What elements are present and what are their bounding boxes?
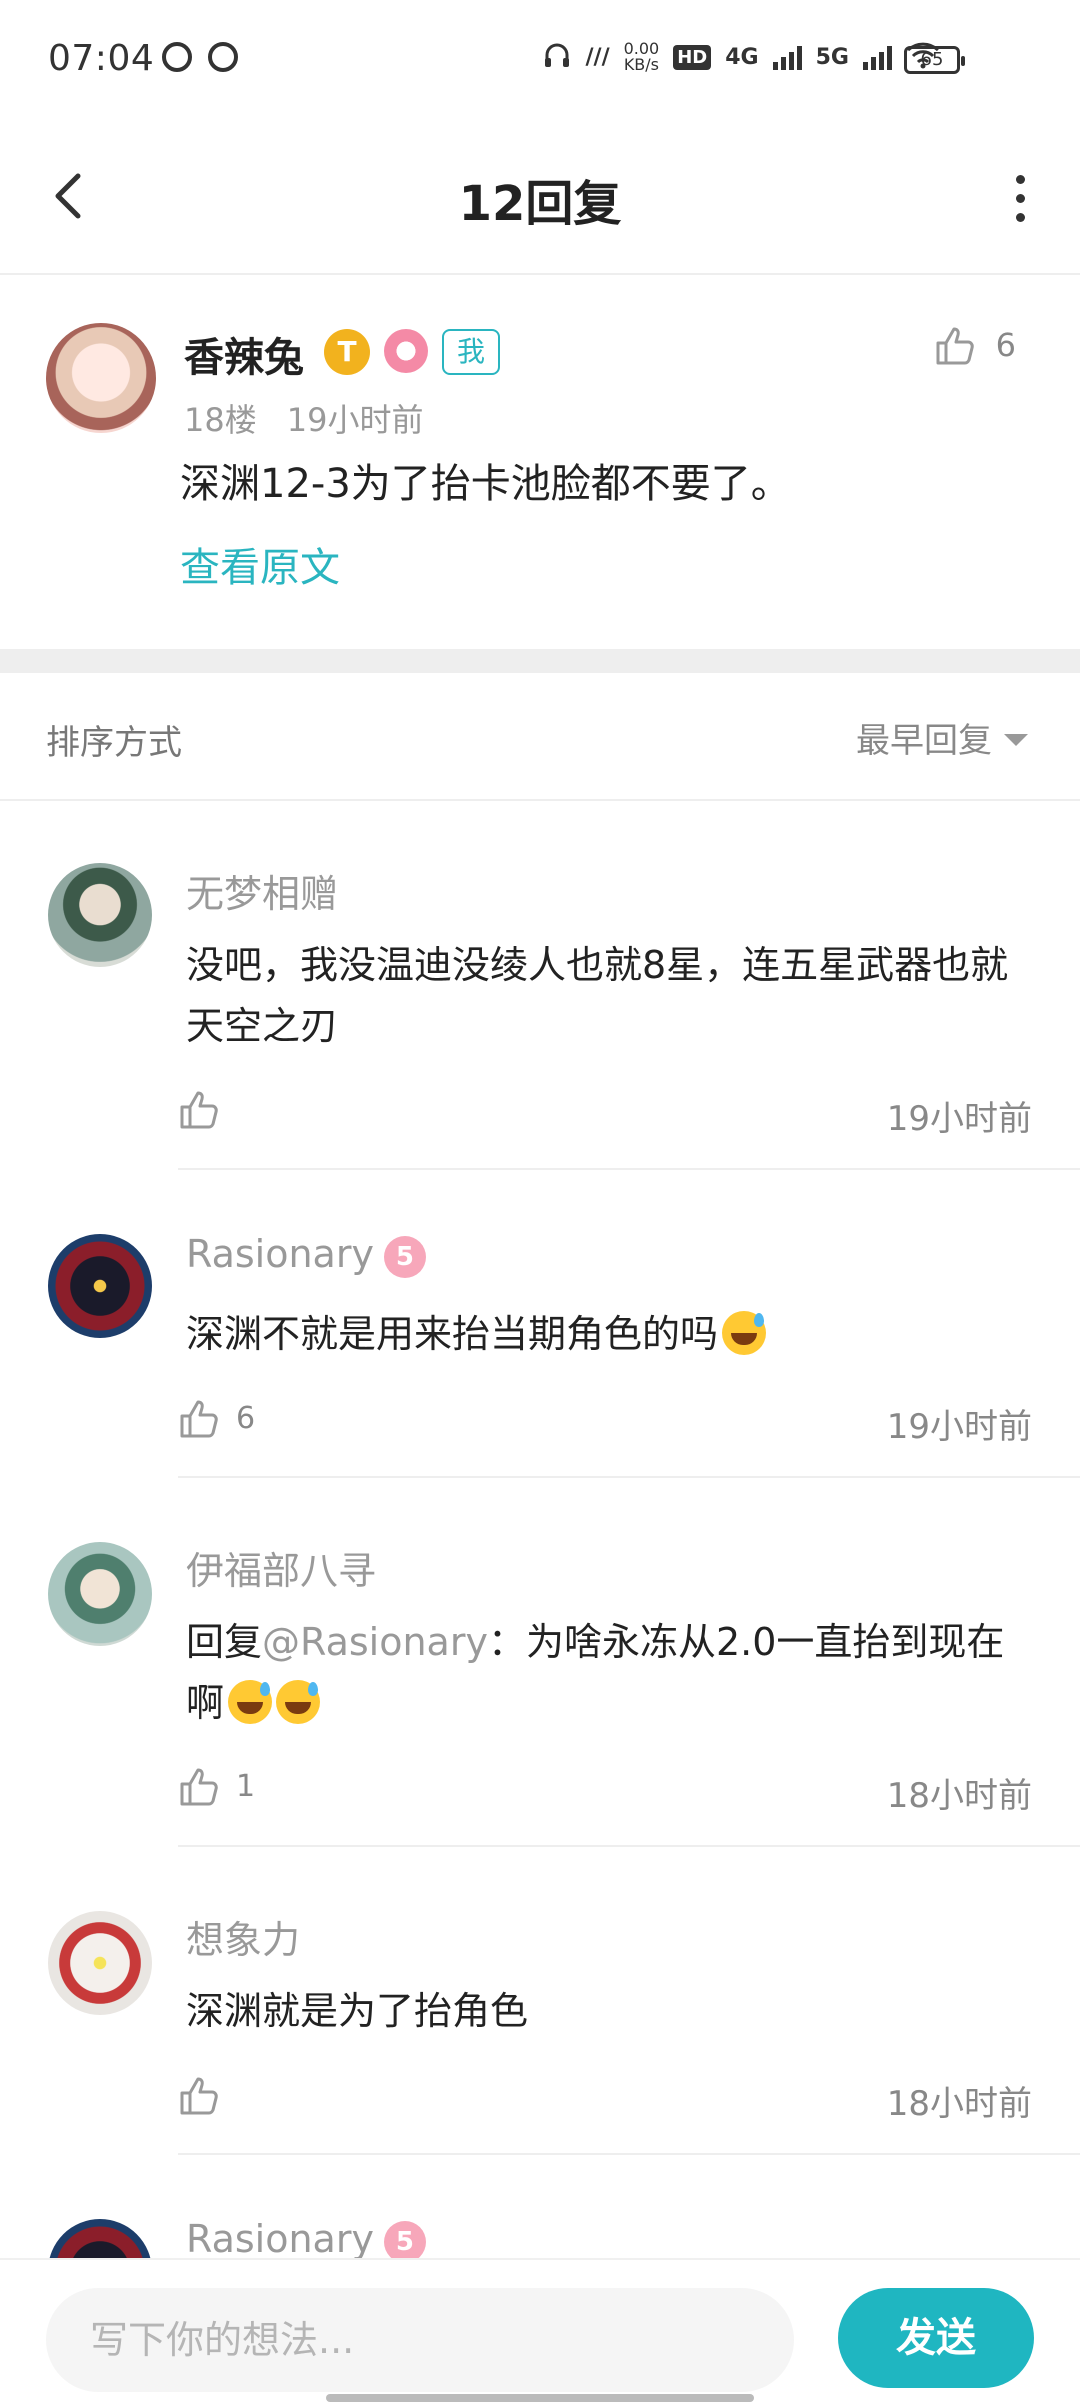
- reply-item: 伊福部八寻 回复@Rasionary：为啥永冻从2.0一直抬到现在啊 1 18小…: [0, 1478, 1080, 1847]
- carrier-logo-icon: ///: [585, 44, 610, 70]
- sweat-smile-emoji-icon: [228, 1680, 273, 1724]
- reply-time: 18小时前: [886, 2084, 1032, 2124]
- thumbs-up-icon: [180, 1400, 218, 1438]
- thumbs-up-icon: [180, 1091, 218, 1129]
- caret-down-icon: [1004, 733, 1028, 746]
- reply-author[interactable]: Rasionary 5: [186, 2217, 426, 2258]
- reply-text: 深渊就是为了抬角色: [186, 1989, 529, 2033]
- section-divider: [0, 649, 1080, 673]
- top-bar: 12回复: [0, 120, 1080, 275]
- reply-text-content: 深渊不就是用来抬当期角色的吗: [186, 1312, 719, 1356]
- avatar[interactable]: [48, 1542, 152, 1646]
- sort-dropdown[interactable]: 最早回复: [856, 713, 1028, 762]
- more-dot-icon: [1015, 212, 1025, 222]
- network-type-1: 4G: [725, 44, 759, 70]
- home-indicator[interactable]: [326, 2394, 754, 2402]
- me-badge: 我: [442, 329, 500, 375]
- status-right-icons: /// 0.00 KB/s HD 4G 5G: [542, 40, 941, 74]
- status-bar: 07:04 /// 0.00 KB/s HD 4G 5G 65: [0, 0, 1080, 120]
- reply-item: 想象力 深渊就是为了抬角色 18小时前: [0, 1847, 1080, 2155]
- like-count: 6: [995, 326, 1016, 364]
- sort-label: 排序方式: [46, 723, 182, 763]
- avatar[interactable]: [48, 863, 152, 967]
- avatar[interactable]: [46, 323, 156, 433]
- level-badge-icon: 5: [383, 2221, 426, 2258]
- comment-text: 深渊12-3为了抬卡池脸都不要了。: [180, 461, 791, 507]
- sweat-smile-emoji-icon: [722, 1311, 767, 1355]
- reply-text: 回复@Rasionary：为啥永冻从2.0一直抬到现在啊: [186, 1612, 1032, 1734]
- hd-icon: HD: [673, 44, 712, 70]
- signal-bars-icon: [772, 44, 802, 70]
- net-speed: 0.00 KB/s: [624, 41, 660, 73]
- comment-input-bar: 发送: [0, 2258, 1080, 2408]
- avatar[interactable]: [48, 1911, 152, 2015]
- headphone-icon: [542, 40, 572, 74]
- level-badge-icon: T: [324, 329, 370, 375]
- reply-item: Rasionary 5: [0, 2155, 1080, 2258]
- like-count: 6: [236, 1400, 256, 1436]
- reply-text: 没吧，我没温迪没绫人也就8星，连五星武器也就天空之刃: [186, 943, 1009, 1048]
- thumbs-up-icon: [180, 2077, 218, 2115]
- like-button[interactable]: [178, 2073, 222, 2117]
- more-dot-icon: [1015, 174, 1025, 184]
- reply-author[interactable]: 无梦相赠: [186, 863, 338, 918]
- page-title: 12回复: [458, 176, 622, 232]
- network-type-2: 5G: [815, 44, 849, 70]
- status-app-icons: [162, 42, 238, 72]
- reply-time: 18小时前: [886, 1776, 1032, 1816]
- reply-time: 19小时前: [886, 1099, 1032, 1139]
- signal-bars-icon: [863, 44, 892, 70]
- author-name[interactable]: 香辣兔: [184, 325, 304, 383]
- like-count: 1: [236, 1768, 256, 1804]
- comment-input[interactable]: [46, 2288, 794, 2392]
- mention-link[interactable]: @Rasionary: [262, 1620, 488, 1664]
- sweat-smile-emoji-icon: [276, 1680, 321, 1724]
- app-notification-icon: [208, 42, 238, 72]
- more-dot-icon: [1015, 193, 1025, 203]
- original-comment: 香辣兔 T 我 6 18楼 19小时前 深渊12-3为了抬卡池脸都不要了。 查看原…: [0, 277, 1080, 649]
- reply-author[interactable]: Rasionary 5: [186, 1232, 426, 1278]
- comment-meta: 18楼 19小时前: [184, 395, 423, 441]
- medal-badge-icon: [384, 329, 428, 373]
- like-button[interactable]: [178, 1087, 222, 1131]
- net-speed-unit: KB/s: [623, 55, 660, 74]
- like-button[interactable]: 6: [178, 1396, 255, 1440]
- reply-author-name: Rasionary: [186, 2217, 374, 2258]
- sort-row: 排序方式 最早回复: [0, 673, 1080, 801]
- comment-time: 19小时前: [286, 401, 424, 439]
- reply-text: 深渊不就是用来抬当期角色的吗: [186, 1304, 1032, 1365]
- reply-prefix: 回复: [186, 1620, 263, 1664]
- thumbs-up-icon: [936, 327, 974, 365]
- like-button[interactable]: 1: [178, 1764, 255, 1808]
- reply-item: Rasionary 5 深渊不就是用来抬当期角色的吗 6 19小时前: [0, 1170, 1080, 1478]
- avatar[interactable]: [48, 1234, 152, 1338]
- like-button[interactable]: 6: [934, 323, 1016, 367]
- send-button[interactable]: 发送: [838, 2288, 1034, 2388]
- avatar[interactable]: [48, 2219, 152, 2258]
- reply-author-name: Rasionary: [186, 1232, 374, 1276]
- sort-selected-value: 最早回复: [856, 721, 992, 761]
- app-notification-icon: [162, 42, 192, 72]
- battery-icon: 65: [904, 46, 965, 74]
- view-original-link[interactable]: 查看原文: [180, 535, 340, 593]
- reply-item: 无梦相赠 没吧，我没温迪没绫人也就8星，连五星武器也就天空之刃 19小时前: [0, 801, 1080, 1170]
- reply-author[interactable]: 想象力: [186, 1909, 300, 1964]
- reply-time: 19小时前: [886, 1407, 1032, 1447]
- status-time: 07:04: [48, 38, 155, 79]
- thumbs-up-icon: [180, 1768, 218, 1806]
- floor-number: 18楼: [184, 401, 257, 439]
- more-options-button[interactable]: [1000, 168, 1040, 228]
- level-badge-icon: 5: [383, 1236, 426, 1278]
- reply-author[interactable]: 伊福部八寻: [186, 1540, 376, 1595]
